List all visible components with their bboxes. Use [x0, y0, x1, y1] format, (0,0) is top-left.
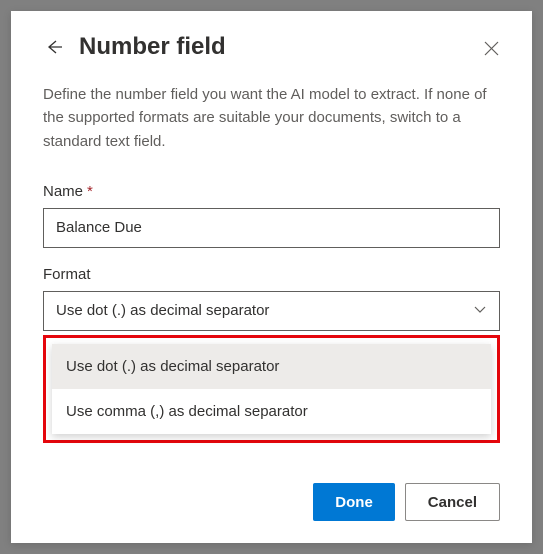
- format-dropdown-list: Use dot (.) as decimal separator Use com…: [52, 344, 491, 434]
- format-dropdown-highlight: Use dot (.) as decimal separator Use com…: [43, 335, 500, 443]
- dialog-description: Define the number field you want the AI …: [43, 83, 500, 153]
- dialog-header: Number field: [43, 33, 500, 61]
- format-label: Format: [43, 266, 500, 283]
- close-icon[interactable]: [482, 39, 500, 57]
- chevron-down-icon: [473, 302, 487, 320]
- format-option-comma[interactable]: Use comma (,) as decimal separator: [52, 389, 491, 434]
- number-field-dialog: Number field Define the number field you…: [11, 11, 532, 543]
- name-field-group: Name *: [43, 183, 500, 248]
- format-label-text: Format: [43, 266, 91, 283]
- format-select[interactable]: Use dot (.) as decimal separator: [43, 291, 500, 331]
- name-input[interactable]: [43, 208, 500, 248]
- format-selected-value: Use dot (.) as decimal separator: [56, 302, 269, 319]
- name-label: Name *: [43, 183, 500, 200]
- format-field-group: Format Use dot (.) as decimal separator …: [43, 266, 500, 443]
- dialog-title: Number field: [79, 33, 226, 61]
- format-option-dot[interactable]: Use dot (.) as decimal separator: [52, 344, 491, 389]
- dialog-footer: Done Cancel: [313, 483, 500, 521]
- name-label-text: Name: [43, 183, 83, 200]
- cancel-button[interactable]: Cancel: [405, 483, 500, 521]
- required-asterisk: *: [87, 183, 93, 200]
- back-arrow-icon[interactable]: [43, 36, 65, 58]
- done-button[interactable]: Done: [313, 483, 395, 521]
